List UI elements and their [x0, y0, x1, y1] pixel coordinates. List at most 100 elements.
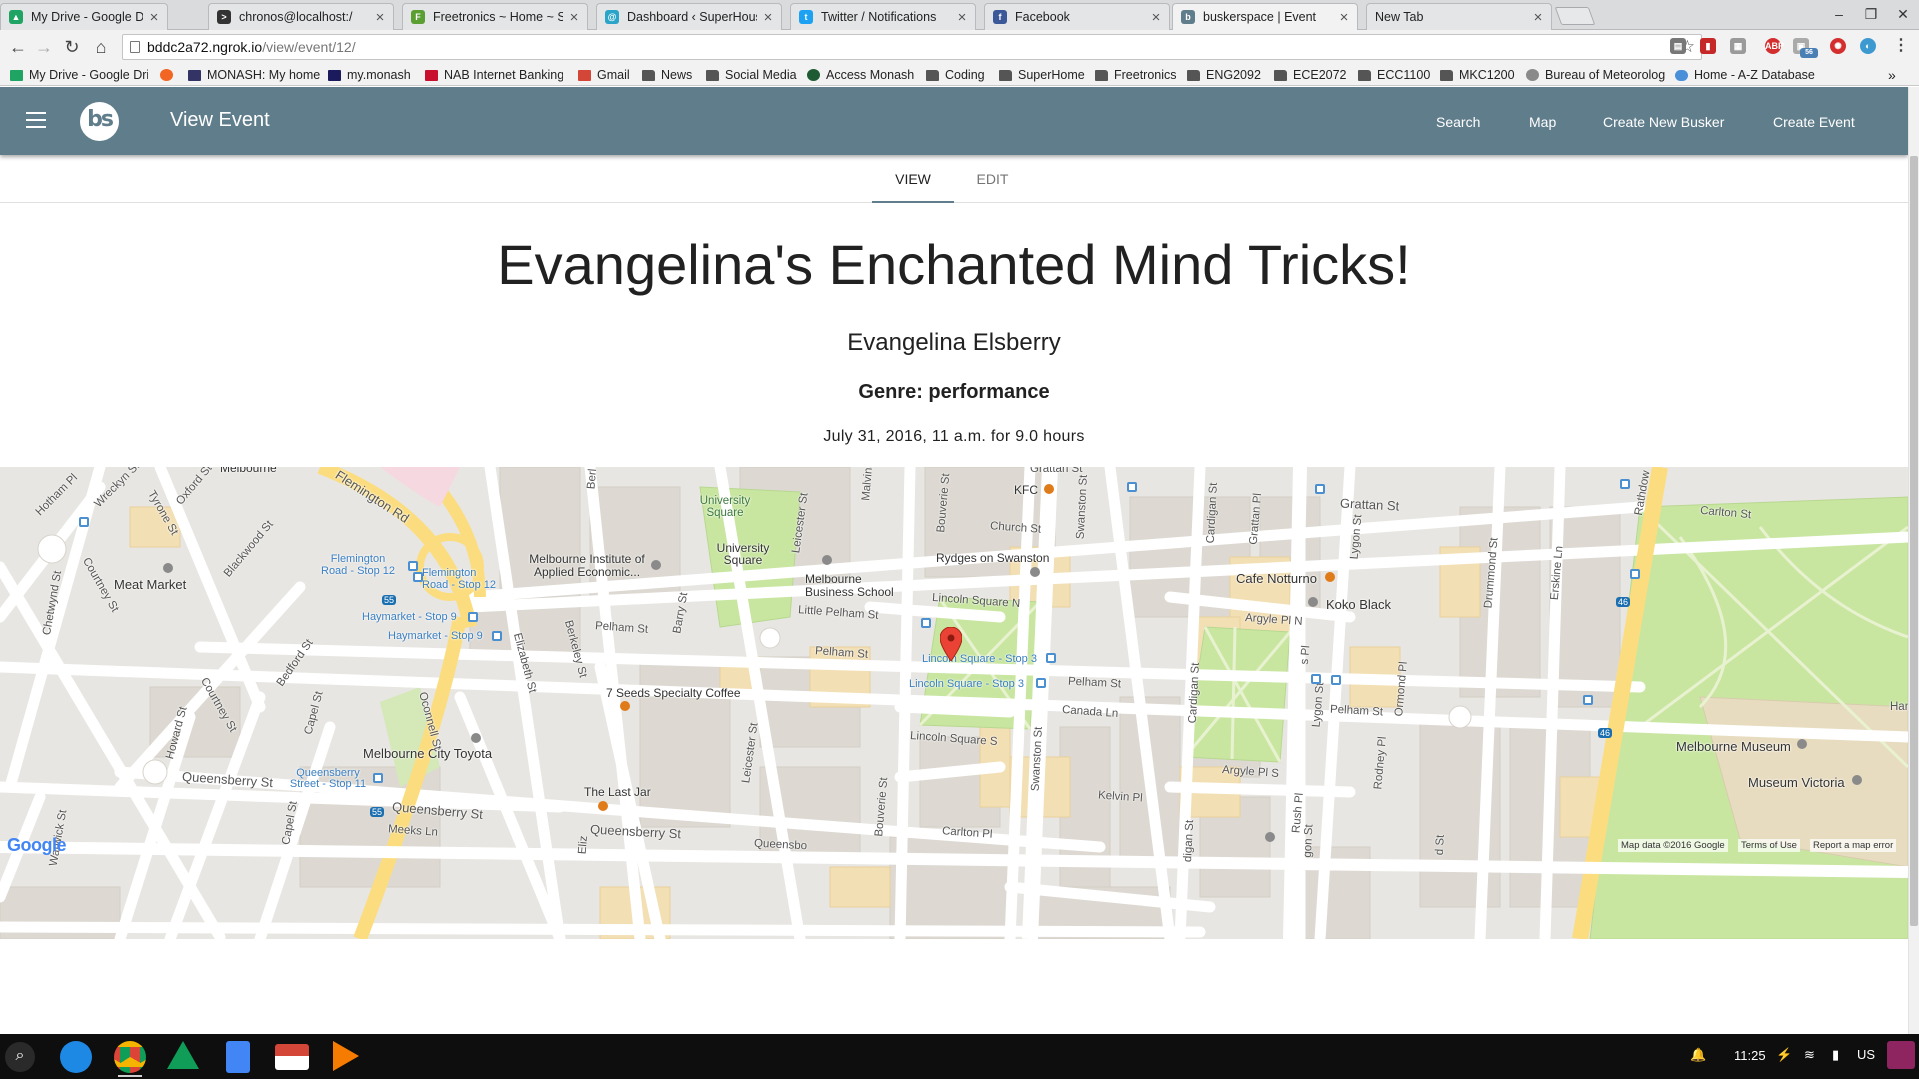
close-icon[interactable]: ×: [567, 9, 581, 26]
tram-stop-icon[interactable]: [1127, 482, 1137, 492]
bookmarks-overflow-icon[interactable]: »: [1888, 67, 1896, 83]
hotel-icon[interactable]: [1030, 567, 1040, 577]
museum-icon[interactable]: [1852, 775, 1862, 785]
cafe-icon[interactable]: [1325, 572, 1335, 582]
nav-create-busker-link[interactable]: Create New Busker: [1603, 114, 1724, 130]
tram-stop-icon[interactable]: [413, 572, 423, 582]
tram-stop-icon[interactable]: [1311, 674, 1321, 684]
browser-tab[interactable]: > chronos@localhost:/ ×: [208, 3, 394, 30]
docs-icon[interactable]: [226, 1041, 250, 1073]
event-location-pin-icon[interactable]: [940, 627, 962, 661]
forward-icon[interactable]: →: [33, 36, 55, 58]
tab-view[interactable]: VIEW: [872, 155, 954, 203]
bookmark-folder[interactable]: SuperHome: [999, 67, 1085, 83]
nav-search-link[interactable]: Search: [1436, 114, 1480, 130]
address-bar[interactable]: bddc2a72.ngrok.io/view/event/12/ ☆: [122, 34, 1702, 60]
bookmark-folder[interactable]: News: [642, 67, 692, 83]
tram-stop-icon[interactable]: [1331, 675, 1341, 685]
tram-stop-icon[interactable]: [1046, 653, 1056, 663]
close-icon[interactable]: ×: [147, 9, 161, 26]
bookmark-folder[interactable]: ENG2092: [1187, 67, 1261, 83]
tram-stop-icon[interactable]: [468, 612, 478, 622]
restaurant-icon[interactable]: [598, 801, 608, 811]
browser-tab[interactable]: t Twitter / Notifications ×: [790, 3, 976, 30]
bookmark-item[interactable]: [160, 67, 179, 83]
browser-tab[interactable]: F Freetronics ~ Home ~ Sh ×: [402, 3, 588, 30]
chrome-icon[interactable]: [114, 1041, 146, 1073]
system-clock[interactable]: 11:25: [1734, 1048, 1766, 1063]
bookmark-item[interactable]: Gmail: [578, 67, 630, 83]
bookmark-item[interactable]: NAB Internet Banking: [425, 67, 563, 83]
museum-icon[interactable]: [1797, 739, 1807, 749]
reload-icon[interactable]: ↻: [61, 36, 83, 58]
drive-icon[interactable]: [167, 1041, 199, 1069]
bookmark-folder[interactable]: Freetronics: [1095, 67, 1177, 83]
tram-stop-icon[interactable]: [373, 773, 383, 783]
user-avatar[interactable]: [1887, 1041, 1915, 1069]
tram-stop-icon[interactable]: [1620, 479, 1630, 489]
play-music-icon[interactable]: [333, 1041, 359, 1071]
bookmark-item[interactable]: my.monash: [328, 67, 411, 83]
bookmark-folder[interactable]: ECC1100: [1358, 67, 1430, 83]
gmail-icon[interactable]: [275, 1044, 309, 1070]
tram-stop-icon[interactable]: [492, 631, 502, 641]
close-icon[interactable]: ×: [1337, 9, 1351, 26]
tram-stop-icon[interactable]: [408, 561, 418, 571]
bookmark-folder[interactable]: Social Media: [706, 67, 797, 83]
buskerspace-logo[interactable]: bs: [80, 102, 119, 141]
tram-stop-icon[interactable]: [1630, 569, 1640, 579]
page-scrollbar-thumb[interactable]: [1910, 156, 1918, 926]
nav-map-link[interactable]: Map: [1529, 114, 1556, 130]
cafe-icon[interactable]: [620, 701, 630, 711]
close-icon[interactable]: ×: [1531, 9, 1545, 26]
battery-icon[interactable]: ▮: [1832, 1047, 1839, 1063]
tram-stop-icon[interactable]: [1315, 484, 1325, 494]
extension-icon[interactable]: ◐: [1860, 38, 1876, 54]
bookmark-item[interactable]: Bureau of Meteorolog: [1526, 67, 1666, 83]
hamburger-menu-icon[interactable]: [26, 112, 46, 128]
no-network-icon[interactable]: ⚡: [1776, 1047, 1792, 1063]
browser-tab[interactable]: New Tab ×: [1366, 3, 1552, 30]
close-icon[interactable]: ×: [955, 9, 969, 26]
cast-extension-icon[interactable]: ▤: [1670, 38, 1686, 54]
tram-stop-icon[interactable]: [1036, 678, 1046, 688]
place-icon[interactable]: [163, 563, 173, 573]
adblock-plus-icon[interactable]: ABP: [1765, 38, 1784, 54]
post-office-icon[interactable]: [1265, 832, 1275, 842]
wifi-icon[interactable]: ≋: [1804, 1047, 1815, 1063]
bookmark-folder[interactable]: MKC1200: [1440, 67, 1515, 83]
tram-stop-icon[interactable]: [921, 618, 931, 628]
nav-create-event-link[interactable]: Create Event: [1773, 114, 1855, 130]
back-icon[interactable]: ←: [7, 36, 29, 58]
bookmark-folder[interactable]: ECE2072: [1274, 67, 1347, 83]
tab-edit[interactable]: EDIT: [955, 155, 1030, 203]
bookmark-item[interactable]: MONASH: My home: [188, 67, 320, 83]
report-map-error-link[interactable]: Report a map error: [1810, 839, 1897, 852]
launcher-search-icon[interactable]: ⌕: [5, 1042, 35, 1072]
browser-tab[interactable]: ▲ My Drive - Google Drive ×: [0, 3, 168, 30]
car-dealer-icon[interactable]: [471, 733, 481, 743]
tram-stop-icon[interactable]: [79, 517, 89, 527]
browser-tab[interactable]: f Facebook ×: [984, 3, 1170, 30]
files-icon[interactable]: [60, 1041, 92, 1073]
browser-tab[interactable]: @ Dashboard ‹ SuperHouse ×: [596, 3, 782, 30]
bookmark-item[interactable]: Home - A-Z Database: [1675, 67, 1815, 83]
shop-icon[interactable]: [1308, 597, 1318, 607]
school-icon[interactable]: [822, 555, 832, 565]
event-location-map[interactable]: Melbourne Flemington Rd Flemington Road …: [0, 467, 1908, 939]
browser-tab-active[interactable]: b buskerspace | Event ×: [1172, 3, 1358, 30]
new-tab-button[interactable]: [1554, 7, 1596, 25]
tram-stop-icon[interactable]: [1583, 695, 1593, 705]
extension-icon[interactable]: ✺: [1830, 38, 1846, 54]
home-icon[interactable]: ⌂: [90, 36, 112, 58]
close-icon[interactable]: ×: [1149, 9, 1163, 26]
weather-extension-icon[interactable]: 56: [1800, 48, 1818, 58]
terms-of-use-link[interactable]: Terms of Use: [1738, 839, 1800, 852]
notifications-bell-icon[interactable]: 🔔: [1690, 1047, 1706, 1063]
close-window-icon[interactable]: ✕: [1887, 3, 1919, 25]
close-icon[interactable]: ×: [761, 9, 775, 26]
minimize-icon[interactable]: –: [1823, 3, 1855, 25]
chrome-menu-icon[interactable]: ⋮: [1893, 38, 1909, 54]
close-icon[interactable]: ×: [373, 9, 387, 26]
bookmark-item[interactable]: My Drive - Google Driv: [10, 67, 148, 83]
